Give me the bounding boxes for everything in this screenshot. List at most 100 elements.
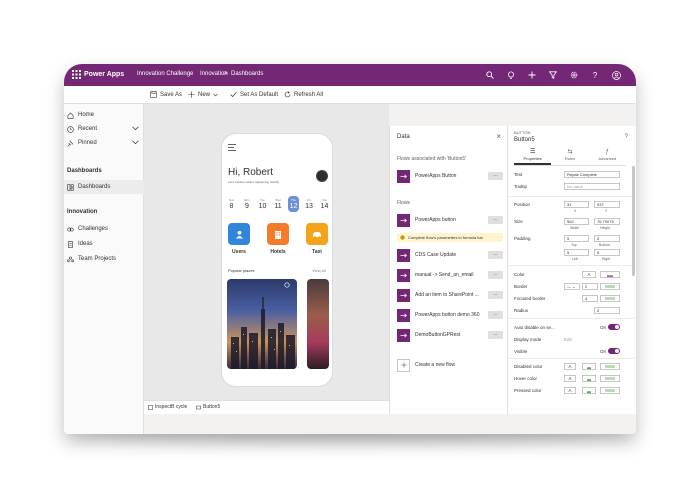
more-button[interactable]: ... — [488, 172, 503, 180]
pressed-text-color-swatch[interactable]: A — [564, 387, 576, 394]
height-input[interactable]: 76.79075 — [594, 218, 620, 225]
breadcrumb-dashboards[interactable]: Dashboards — [231, 71, 263, 77]
flow-item[interactable]: Add an item to SharePoint ... ... — [397, 288, 503, 302]
create-flow-button[interactable]: Create a new flow — [397, 358, 503, 372]
phone-preview[interactable]: Hi, Robert Let's explore what's happenin… — [222, 134, 332, 386]
set-as-default-button[interactable]: Set As Default — [230, 91, 278, 98]
flow-item[interactable]: PowerApps button demo 360 ... — [397, 308, 503, 322]
flow-item[interactable]: PowerApps button ... — [397, 213, 503, 227]
date-day[interactable]: Sat 14 — [319, 196, 330, 212]
close-icon[interactable]: × — [496, 132, 501, 141]
padding-top-input[interactable]: 5 — [564, 235, 589, 242]
search-icon[interactable] — [484, 68, 496, 82]
pressed-border-color-swatch[interactable] — [600, 387, 620, 394]
padding-right-input[interactable]: 5 — [594, 249, 620, 256]
app-launcher-icon[interactable] — [72, 70, 81, 79]
visible-toggle[interactable] — [608, 348, 620, 354]
component-selector[interactable]: Button5 — [196, 404, 220, 410]
plus-icon[interactable] — [526, 68, 538, 82]
tooltip-input[interactable]: No value — [564, 183, 620, 190]
nav-item-ideas[interactable]: Ideas — [64, 237, 144, 251]
nav-item-home[interactable]: Home — [64, 108, 144, 122]
date-day-selected[interactable]: Thu 12 — [288, 196, 299, 212]
position-x-input[interactable]: 31 — [564, 201, 589, 208]
more-button[interactable]: ... — [488, 251, 503, 259]
environment-name[interactable]: Innovation Challenge — [137, 71, 193, 77]
app-canvas[interactable]: Hi, Robert Let's explore what's happenin… — [144, 104, 389, 400]
help-icon[interactable]: ? — [625, 134, 628, 140]
flow-item[interactable]: CDS Case Update ... — [397, 248, 503, 262]
hotels-tile[interactable]: Hotels — [267, 223, 289, 255]
tab-rules[interactable]: ⇆ Rules — [551, 148, 588, 165]
tab-properties[interactable]: ☰ Properties — [514, 148, 552, 165]
avatar[interactable] — [316, 170, 328, 182]
more-button[interactable]: ... — [488, 291, 503, 299]
fill-color-swatch[interactable] — [600, 271, 620, 278]
text-color-swatch[interactable]: A — [582, 271, 596, 278]
visible-state: On — [600, 349, 607, 354]
chevron-down-icon[interactable] — [213, 93, 218, 97]
date-day[interactable]: Fri 13 — [304, 196, 315, 212]
date-day[interactable]: Tue 10 — [257, 196, 268, 212]
refresh-all-button[interactable]: Refresh All — [284, 91, 323, 98]
nav-item-recent[interactable]: Recent — [64, 122, 144, 136]
settings-icon[interactable] — [568, 68, 580, 82]
screen-selector[interactable]: InspectB cycle — [148, 404, 187, 410]
focused-border-input[interactable]: 4 — [582, 295, 598, 302]
flow-icon — [397, 248, 410, 262]
app-name[interactable]: Power Apps — [84, 71, 124, 78]
associated-flow-item[interactable]: PowerApps Button ... — [397, 169, 503, 183]
disabled-text-color-swatch[interactable]: A — [564, 363, 576, 370]
pressed-fill-color-swatch[interactable] — [582, 387, 596, 394]
user-icon[interactable] — [610, 68, 622, 82]
width-input[interactable]: 552 — [564, 218, 589, 225]
new-button[interactable]: New — [188, 91, 218, 98]
display-mode-value[interactable]: Edit — [564, 337, 572, 342]
nav-item-challenges[interactable]: Challenges — [64, 222, 144, 236]
street-photo[interactable] — [307, 279, 329, 369]
more-button[interactable]: ... — [488, 271, 503, 279]
border-style-select[interactable]: — ⌄ — [564, 283, 580, 290]
date-day[interactable]: Sun 8 — [226, 196, 237, 212]
focused-border-color-swatch[interactable] — [600, 295, 620, 302]
users-tile[interactable]: Users — [228, 223, 250, 255]
more-button[interactable]: ... — [488, 311, 503, 319]
text-input[interactable]: Repair Complete — [564, 171, 620, 178]
hover-fill-color-swatch[interactable] — [582, 375, 596, 382]
chevron-down-icon[interactable] — [132, 139, 139, 148]
tab-advanced[interactable]: ƒ Advanced — [589, 148, 626, 165]
more-button[interactable]: ... — [488, 331, 503, 339]
taxi-tile[interactable]: Taxi — [306, 223, 328, 255]
date-day[interactable]: Mon 9 — [242, 196, 253, 212]
disabled-fill-color-swatch[interactable] — [582, 363, 596, 370]
nav-item-pinned[interactable]: Pinned — [64, 136, 144, 150]
auto-disable-label: Auto disable on se... — [514, 325, 555, 330]
filter-icon[interactable] — [547, 68, 559, 82]
save-as-button[interactable]: Save As — [150, 91, 182, 98]
nav-label-challenges: Challenges — [78, 226, 109, 232]
lightbulb-icon[interactable] — [505, 68, 517, 82]
position-y-input[interactable]: 937 — [594, 201, 620, 208]
date-day[interactable]: Wed 11 — [273, 196, 284, 212]
more-button[interactable]: ... — [488, 216, 503, 224]
help-icon[interactable]: ? — [589, 68, 601, 82]
properties-scrollbar[interactable] — [632, 166, 635, 276]
chevron-down-icon[interactable] — [132, 125, 139, 134]
flow-item[interactable]: DemoButtonGPRest ... — [397, 328, 503, 342]
nav-item-team-projects[interactable]: Team Projects — [64, 252, 144, 266]
radius-input[interactable]: 0 — [594, 307, 620, 314]
padding-bottom-input[interactable]: 5 — [594, 235, 620, 242]
view-all-link[interactable]: View All — [312, 268, 326, 273]
flow-item[interactable]: manual -> Send_an_email ... — [397, 268, 503, 282]
border-color-swatch[interactable] — [600, 283, 620, 290]
day-number: 14 — [320, 203, 329, 210]
menu-icon[interactable] — [228, 144, 236, 151]
nav-item-dashboards[interactable]: Dashboards — [64, 180, 144, 194]
auto-disable-toggle[interactable] — [608, 324, 620, 330]
hover-text-color-swatch[interactable]: A — [564, 375, 576, 382]
padding-left-input[interactable]: 5 — [564, 249, 589, 256]
border-width-input[interactable]: 2 — [582, 283, 598, 290]
disabled-border-color-swatch[interactable] — [600, 363, 620, 370]
city-photo[interactable] — [227, 279, 297, 369]
hover-border-color-swatch[interactable] — [600, 375, 620, 382]
